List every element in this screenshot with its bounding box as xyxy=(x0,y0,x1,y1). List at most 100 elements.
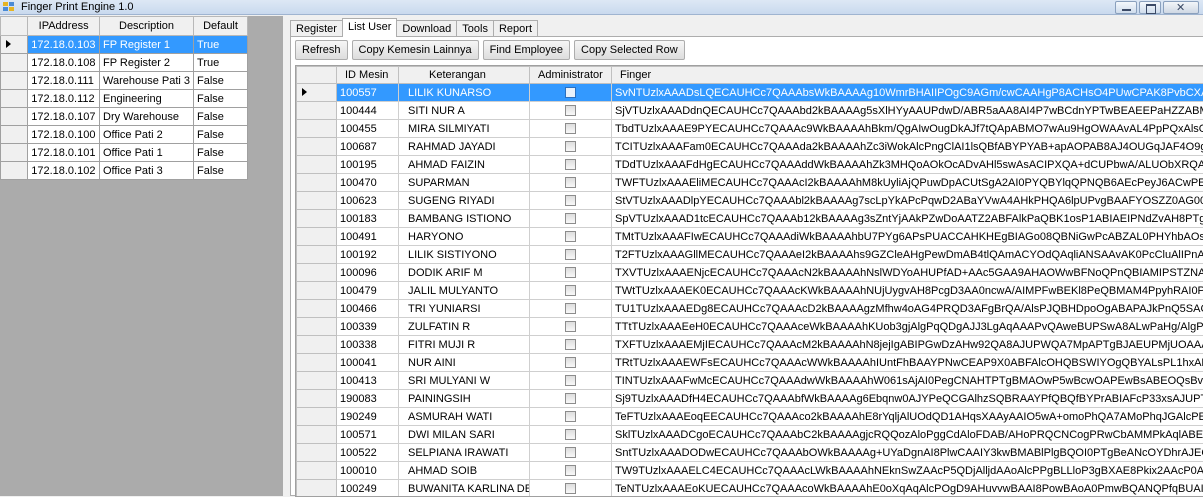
administrator-cell[interactable] xyxy=(530,408,612,426)
id-mesin-cell[interactable]: 100192 xyxy=(337,246,399,264)
administrator-cell[interactable] xyxy=(530,390,612,408)
user-row[interactable]: 100339ZULFATIN RTTtTUzlxAAAEeH0ECAUHCc7Q… xyxy=(297,318,1203,336)
default-cell[interactable]: False xyxy=(194,162,248,180)
finger-cell[interactable]: TINTUzlxAAAFwMcECAUHCc7QAAAdwWkBAAAAhW06… xyxy=(612,372,1203,390)
device-row[interactable]: 172.18.0.103FP Register 1True xyxy=(1,36,248,54)
default-cell[interactable]: False xyxy=(194,108,248,126)
description-cell[interactable]: Dry Warehouse xyxy=(100,108,194,126)
row-header[interactable] xyxy=(297,390,337,408)
administrator-checkbox[interactable] xyxy=(565,429,576,440)
keterangan-cell[interactable]: PAININGSIH xyxy=(399,390,530,408)
row-header-corner[interactable] xyxy=(1,17,28,36)
device-grid[interactable]: IPAddress Description Default 172.18.0.1… xyxy=(0,16,248,180)
finger-cell[interactable]: TXVTUzlxAAAENjcECAUHCc7QAAAcN2kBAAAAhNsl… xyxy=(612,264,1203,282)
description-cell[interactable]: FP Register 2 xyxy=(100,54,194,72)
administrator-checkbox[interactable] xyxy=(565,321,576,332)
keterangan-cell[interactable]: JALIL MULYANTO xyxy=(399,282,530,300)
description-cell[interactable]: Office Pati 2 xyxy=(100,126,194,144)
id-mesin-cell[interactable]: 100041 xyxy=(337,354,399,372)
keterangan-cell[interactable]: ASMURAH WATI xyxy=(399,408,530,426)
keterangan-cell[interactable]: ZULFATIN R xyxy=(399,318,530,336)
finger-cell[interactable]: TWtTUzlxAAAEK0ECAUHCc7QAAAcKWkBAAAAhNUjU… xyxy=(612,282,1203,300)
column-header-administrator[interactable]: Administrator xyxy=(530,67,612,84)
keterangan-cell[interactable]: SITI NUR A xyxy=(399,102,530,120)
administrator-checkbox[interactable] xyxy=(565,105,576,116)
administrator-cell[interactable] xyxy=(530,210,612,228)
administrator-cell[interactable] xyxy=(530,264,612,282)
keterangan-cell[interactable]: SRI MULYANI W xyxy=(399,372,530,390)
keterangan-cell[interactable]: BUWANITA KARLINA DEW xyxy=(399,480,530,497)
keterangan-cell[interactable]: SUPARMAN xyxy=(399,174,530,192)
administrator-cell[interactable] xyxy=(530,102,612,120)
administrator-cell[interactable] xyxy=(530,354,612,372)
user-row[interactable]: 100096DODIK ARIF MTXVTUzlxAAAENjcECAUHCc… xyxy=(297,264,1203,282)
column-header-default[interactable]: Default xyxy=(194,17,248,36)
row-header[interactable] xyxy=(297,282,337,300)
row-header[interactable] xyxy=(297,138,337,156)
tab-tools[interactable]: Tools xyxy=(456,20,494,37)
row-header[interactable] xyxy=(297,210,337,228)
default-cell[interactable]: True xyxy=(194,36,248,54)
user-row[interactable]: 100466TRI YUNIARSITU1TUzlxAAAEDg8ECAUHCc… xyxy=(297,300,1203,318)
administrator-checkbox[interactable] xyxy=(565,447,576,458)
row-header[interactable] xyxy=(297,228,337,246)
ip-cell[interactable]: 172.18.0.100 xyxy=(28,126,100,144)
keterangan-cell[interactable]: MIRA SILMIYATI xyxy=(399,120,530,138)
finger-cell[interactable]: TWFTUzlxAAAEliMECAUHCc7QAAAcI2kBAAAAhM8k… xyxy=(612,174,1203,192)
row-header[interactable] xyxy=(1,126,28,144)
tab-list-user[interactable]: List User xyxy=(342,18,397,37)
administrator-checkbox[interactable] xyxy=(565,177,576,188)
keterangan-cell[interactable]: SELPIANA IRAWATI xyxy=(399,444,530,462)
ip-cell[interactable]: 172.18.0.107 xyxy=(28,108,100,126)
administrator-cell[interactable] xyxy=(530,318,612,336)
id-mesin-cell[interactable]: 100010 xyxy=(337,462,399,480)
administrator-checkbox[interactable] xyxy=(565,159,576,170)
user-row[interactable]: 100623SUGENG RIYADIStVTUzlxAAADlpYECAUHC… xyxy=(297,192,1203,210)
tab-register[interactable]: Register xyxy=(290,20,343,37)
id-mesin-cell[interactable]: 100522 xyxy=(337,444,399,462)
finger-cell[interactable]: Sj9TUzlxAAADfH4ECAUHCc7QAAAbfWkBAAAAg6Eb… xyxy=(612,390,1203,408)
administrator-checkbox[interactable] xyxy=(565,483,576,494)
row-header[interactable] xyxy=(297,408,337,426)
column-header-ipaddress[interactable]: IPAddress xyxy=(28,17,100,36)
id-mesin-cell[interactable]: 100466 xyxy=(337,300,399,318)
row-header[interactable] xyxy=(297,120,337,138)
ip-cell[interactable]: 172.18.0.101 xyxy=(28,144,100,162)
administrator-cell[interactable] xyxy=(530,336,612,354)
id-mesin-cell[interactable]: 100183 xyxy=(337,210,399,228)
keterangan-cell[interactable]: AHMAD FAIZIN xyxy=(399,156,530,174)
device-row[interactable]: 172.18.0.102Office Pati 3False xyxy=(1,162,248,180)
administrator-cell[interactable] xyxy=(530,120,612,138)
finger-cell[interactable]: SklTUzlxAAADCgoECAUHCc7QAAAbC2kBAAAAgjcR… xyxy=(612,426,1203,444)
id-mesin-cell[interactable]: 100339 xyxy=(337,318,399,336)
id-mesin-cell[interactable]: 100413 xyxy=(337,372,399,390)
column-header-description[interactable]: Description xyxy=(100,17,194,36)
administrator-cell[interactable] xyxy=(530,300,612,318)
copy-kemesin-button[interactable]: Copy Kemesin Lainnya xyxy=(352,40,479,60)
row-header[interactable] xyxy=(297,336,337,354)
ip-cell[interactable]: 172.18.0.103 xyxy=(28,36,100,54)
panel-splitter[interactable] xyxy=(283,16,288,496)
row-header[interactable] xyxy=(297,462,337,480)
device-row[interactable]: 172.18.0.111Warehouse Pati 3False xyxy=(1,72,248,90)
id-mesin-cell[interactable]: 100249 xyxy=(337,480,399,497)
row-header[interactable] xyxy=(1,90,28,108)
administrator-cell[interactable] xyxy=(530,174,612,192)
id-mesin-cell[interactable]: 190083 xyxy=(337,390,399,408)
row-header[interactable] xyxy=(297,354,337,372)
ip-cell[interactable]: 172.18.0.108 xyxy=(28,54,100,72)
ip-cell[interactable]: 172.18.0.111 xyxy=(28,72,100,90)
administrator-cell[interactable] xyxy=(530,282,612,300)
administrator-cell[interactable] xyxy=(530,372,612,390)
finger-cell[interactable]: SntTUzlxAAADODwECAUHCc7QAAAbOWkBAAAAg+UY… xyxy=(612,444,1203,462)
administrator-cell[interactable] xyxy=(530,246,612,264)
description-cell[interactable]: Office Pati 3 xyxy=(100,162,194,180)
user-row[interactable]: 100195AHMAD FAIZINTDdTUzlxAAAFdHgECAUHCc… xyxy=(297,156,1203,174)
finger-cell[interactable]: SpVTUzlxAAAD1tcECAUHCc7QAAAb12kBAAAAg3sZ… xyxy=(612,210,1203,228)
user-row[interactable]: 190249ASMURAH WATITeFTUzlxAAAEoqEECAUHCc… xyxy=(297,408,1203,426)
administrator-checkbox[interactable] xyxy=(565,357,576,368)
keterangan-cell[interactable]: DWI MILAN SARI xyxy=(399,426,530,444)
row-header[interactable] xyxy=(297,156,337,174)
description-cell[interactable]: FP Register 1 xyxy=(100,36,194,54)
user-row[interactable]: 100522SELPIANA IRAWATI SntTUzlxAAADODwECA… xyxy=(297,444,1203,462)
